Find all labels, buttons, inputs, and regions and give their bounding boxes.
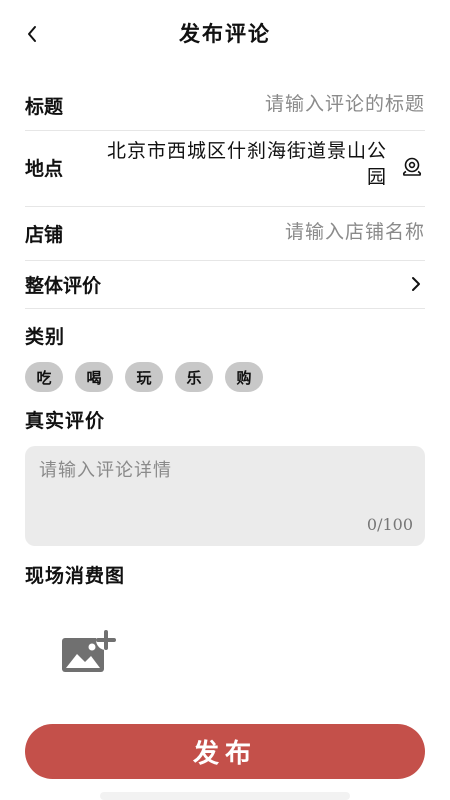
category-chips: 吃 喝 玩 乐 购 — [25, 362, 263, 392]
page-title: 发布评论 — [179, 21, 271, 46]
title-label: 标题 — [25, 96, 64, 118]
add-photo-button[interactable] — [58, 628, 116, 678]
shop-input[interactable] — [145, 219, 425, 245]
review-box: 0/100 — [25, 446, 425, 546]
photo-label: 现场消费图 — [25, 565, 126, 587]
chevron-right-icon — [412, 277, 420, 291]
submit-button[interactable]: 发布 — [25, 724, 425, 779]
location-pin-icon[interactable] — [401, 156, 423, 178]
home-indicator — [100, 792, 350, 800]
shop-label: 店铺 — [25, 224, 64, 246]
location-value: 北京市西城区什刹海街道景山公园 — [106, 140, 387, 188]
location-label: 地点 — [25, 158, 64, 180]
review-char-counter: 0/100 — [366, 515, 413, 534]
category-chip-fun[interactable]: 乐 — [175, 362, 213, 392]
review-label: 真实评价 — [25, 410, 106, 432]
title-row: 标题 — [25, 78, 425, 131]
category-chip-drink[interactable]: 喝 — [75, 362, 113, 392]
review-textarea[interactable] — [39, 456, 411, 516]
title-input[interactable] — [145, 91, 425, 117]
add-image-icon — [62, 630, 116, 672]
shop-row: 店铺 — [25, 206, 425, 261]
category-chip-shop[interactable]: 购 — [225, 362, 263, 392]
header: 发布评论 — [0, 0, 450, 68]
overall-rating-label: 整体评价 — [25, 275, 102, 297]
category-chip-play[interactable]: 玩 — [125, 362, 163, 392]
category-chip-eat[interactable]: 吃 — [25, 362, 63, 392]
category-label: 类别 — [25, 326, 66, 348]
overall-rating-row[interactable]: 整体评价 — [25, 260, 425, 309]
location-row[interactable]: 地点 北京市西城区什刹海街道景山公园 — [25, 130, 425, 207]
